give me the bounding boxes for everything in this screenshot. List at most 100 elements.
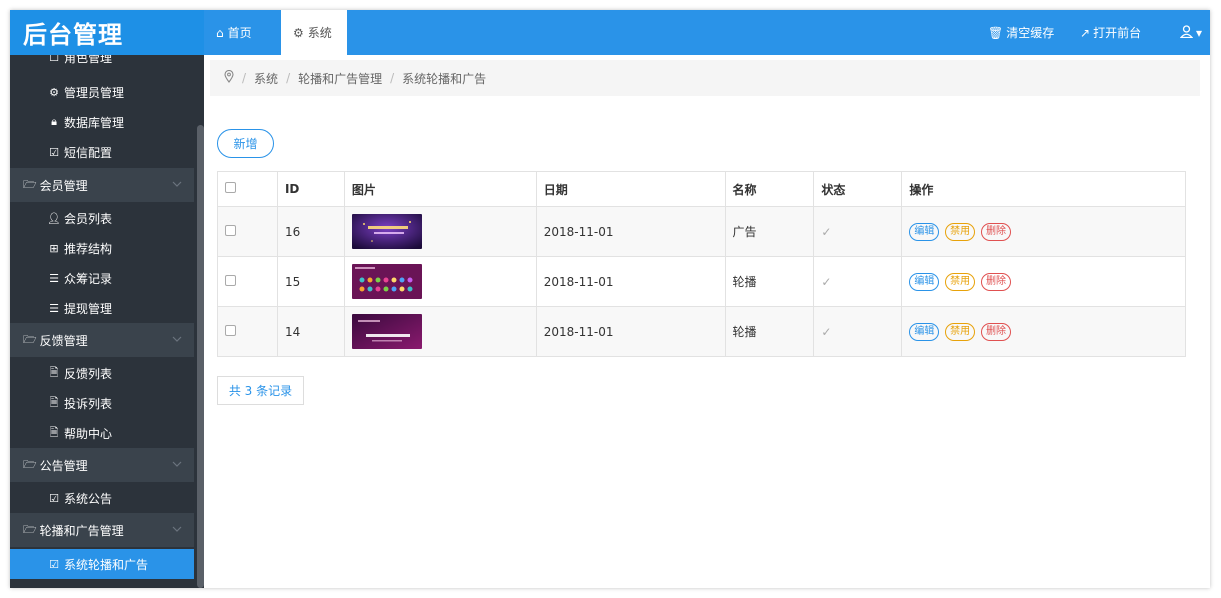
sidebar-group-member[interactable]: 🗁 会员管理: [10, 168, 194, 202]
sidebar-item-help-center[interactable]: 🗎 帮助中心: [10, 418, 194, 448]
tab-system[interactable]: ⚙ 系统: [281, 10, 347, 55]
sidebar-item-system-notice[interactable]: ☑ 系统公告: [10, 483, 194, 513]
cell-image: [343, 206, 537, 257]
check-icon: ✓: [821, 224, 832, 239]
document-icon: 🗎: [49, 365, 59, 379]
tab-home-label: 首页: [227, 26, 252, 40]
sidebar-item-label: 管理员管理: [64, 85, 125, 100]
delete-button[interactable]: 删除: [980, 322, 1011, 341]
check-square-icon: ☑: [49, 145, 59, 159]
edit-button[interactable]: 编辑: [909, 272, 940, 291]
breadcrumb-item[interactable]: 系统: [254, 70, 278, 87]
disable-button[interactable]: 禁用: [945, 322, 976, 341]
edit-button[interactable]: 编辑: [909, 222, 940, 241]
sidebar-item-system-banner[interactable]: ☑ 系统轮播和广告: [10, 549, 194, 579]
folder-icon: 🗁: [23, 332, 37, 346]
sidebar-group-label: 会员管理: [39, 178, 88, 193]
sidebar: ☐ 角色管理 ⚙ 管理员管理 🔒︎ 数据库管理 ☑ 短信配置 🗁 会员管理 👤︎…: [10, 55, 204, 588]
folder-icon: 🗁: [23, 177, 37, 191]
cell-id: 14: [276, 306, 345, 357]
clear-cache-button[interactable]: 🗑 清空缓存: [988, 10, 1054, 55]
cell-actions: 编辑 禁用 删除: [901, 206, 1186, 257]
sidebar-item-referral[interactable]: ⊞ 推荐结构: [10, 233, 194, 263]
sidebar-item-label: 帮助中心: [64, 426, 113, 441]
main-content: / 系统 / 轮播和广告管理 / 系统轮播和广告 新增 ID 图片 日期 名称 …: [204, 55, 1210, 588]
sidebar-item-label: 系统公告: [64, 491, 113, 506]
external-link-icon: ↗: [1080, 25, 1091, 40]
sidebar-group-notice[interactable]: 🗁 公告管理: [10, 448, 194, 482]
cell-name: 轮播: [724, 306, 815, 357]
column-header: ID: [276, 171, 345, 207]
row-checkbox[interactable]: [225, 224, 236, 236]
sidebar-item-label: 会员列表: [64, 211, 113, 226]
sidebar-item-crowdfund[interactable]: ☰ 众筹记录: [10, 263, 194, 293]
banner-thumbnail[interactable]: [351, 214, 422, 249]
check-icon: ✓: [821, 324, 832, 339]
disable-button[interactable]: 禁用: [945, 272, 976, 291]
home-icon: ⌂: [216, 25, 224, 40]
select-all-checkbox[interactable]: [225, 182, 236, 193]
app-logo: 后台管理: [10, 10, 204, 55]
sidebar-group-banner[interactable]: 🗁 轮播和广告管理: [10, 513, 194, 547]
column-header: 日期: [535, 171, 726, 207]
edit-button[interactable]: 编辑: [909, 322, 940, 341]
sidebar-item-label: 推荐结构: [64, 241, 113, 256]
sidebar-item-member-list[interactable]: 👤︎ 会员列表: [10, 203, 194, 233]
cell-image: [343, 256, 537, 307]
user-menu[interactable]: ▾: [1179, 10, 1202, 55]
delete-button[interactable]: 删除: [980, 272, 1011, 291]
sidebar-item-feedback-list[interactable]: 🗎 反馈列表: [10, 358, 194, 388]
cell-name: 轮播: [724, 256, 815, 307]
sidebar-item-sms[interactable]: ☑ 短信配置: [10, 137, 194, 167]
row-select-cell: [217, 306, 278, 357]
open-frontend-label: 打开前台: [1093, 26, 1142, 40]
lock-icon: 🔒︎: [51, 115, 57, 128]
sidebar-item-complaint-list[interactable]: 🗎 投诉列表: [10, 388, 194, 418]
table-row: 15 2018-11-01 轮播 ✓ 编辑 禁用 删除: [217, 256, 1186, 307]
cell-date: 2018-11-01: [535, 206, 726, 257]
data-table: ID 图片 日期 名称 状态 操作 16 2018-11-01 广告 ✓ 编辑 …: [217, 171, 1186, 357]
column-header: 状态: [813, 171, 903, 207]
sidebar-item-role[interactable]: ☐ 角色管理: [10, 55, 194, 67]
folder-icon: 🗁: [23, 457, 37, 471]
app-frame: 后台管理 ⌂ 首页 ⚙ 系统 🗑 清空缓存 ↗ 打开前台 ▾ ☐ 角色管理 ⚙ …: [10, 10, 1210, 588]
banner-thumbnail[interactable]: [351, 264, 422, 299]
cell-image: [343, 306, 537, 357]
cell-date: 2018-11-01: [535, 306, 726, 357]
disable-button[interactable]: 禁用: [945, 222, 976, 241]
sidebar-group-feedback[interactable]: 🗁 反馈管理: [10, 323, 194, 357]
open-frontend-button[interactable]: ↗ 打开前台: [1080, 10, 1141, 55]
trash-icon: 🗑: [988, 25, 1004, 40]
sidebar-item-label: 系统轮播和广告: [64, 557, 149, 572]
chevron-down-icon: [172, 181, 182, 187]
cell-actions: 编辑 禁用 删除: [901, 256, 1186, 307]
sidebar-item-label: 反馈列表: [64, 366, 113, 381]
record-count: 共 3 条记录: [217, 376, 304, 405]
sidebar-item-label: 短信配置: [64, 145, 113, 160]
check-square-icon: ☑: [49, 557, 59, 571]
breadcrumb-item-current: 系统轮播和广告: [402, 71, 487, 86]
table-header-row: ID 图片 日期 名称 状态 操作: [217, 171, 1186, 207]
row-checkbox[interactable]: [225, 324, 236, 336]
add-button[interactable]: 新增: [217, 129, 274, 158]
grid-icon: ⊞: [49, 241, 59, 255]
sidebar-item-database[interactable]: 🔒︎ 数据库管理: [10, 107, 194, 137]
breadcrumb-separator: /: [390, 71, 395, 85]
header-select-all[interactable]: [217, 171, 278, 207]
delete-button[interactable]: 删除: [980, 222, 1011, 241]
sidebar-item-label: 提现管理: [64, 301, 113, 316]
user-icon: 👤︎: [47, 211, 61, 225]
tab-home[interactable]: ⌂ 首页: [204, 10, 264, 55]
row-checkbox[interactable]: [225, 274, 236, 286]
breadcrumb-item[interactable]: 轮播和广告管理: [298, 70, 382, 87]
breadcrumb-separator: /: [286, 71, 291, 85]
cell-status: ✓: [813, 206, 903, 257]
breadcrumb: / 系统 / 轮播和广告管理 / 系统轮播和广告: [210, 60, 1200, 96]
sidebar-item-admin[interactable]: ⚙ 管理员管理: [10, 77, 194, 107]
row-select-cell: [217, 206, 278, 257]
location-pin-icon: [224, 69, 234, 86]
chevron-down-icon: [172, 336, 182, 342]
sidebar-scrollbar[interactable]: [197, 125, 204, 588]
sidebar-item-withdraw[interactable]: ☰ 提现管理: [10, 293, 194, 323]
banner-thumbnail[interactable]: [351, 314, 422, 349]
